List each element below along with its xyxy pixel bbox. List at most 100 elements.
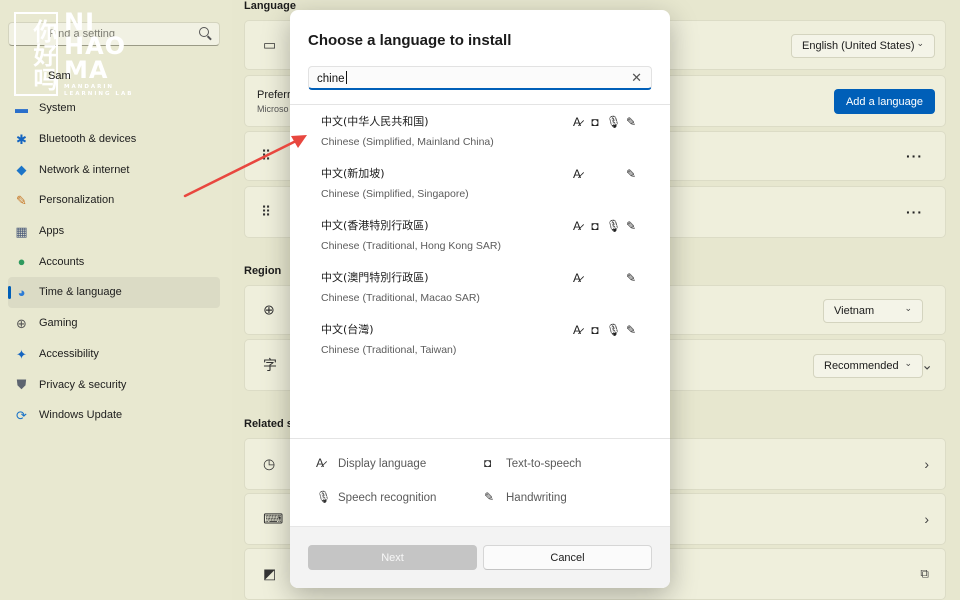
language-option[interactable]: 中文(新加坡) Chinese (Simplified, Singapore) … bbox=[290, 158, 670, 210]
logo-chinese-text: 你好吗 bbox=[14, 12, 58, 96]
clear-search-icon[interactable]: ✕ bbox=[631, 70, 642, 86]
language-option[interactable]: 中文(澳門特別行政區) Chinese (Traditional, Macao … bbox=[290, 262, 670, 314]
speech-recognition-icon: 🎙︎ bbox=[606, 219, 622, 233]
divider bbox=[290, 104, 670, 105]
sidebar-item-windows-update[interactable]: ⟳ Windows Update bbox=[8, 400, 220, 431]
language-search-input[interactable]: chine ✕ bbox=[308, 66, 652, 90]
language-option[interactable]: 中文(中华人民共和国) Chinese (Simplified, Mainlan… bbox=[290, 106, 670, 158]
sidebar-item-network[interactable]: ◆ Network & internet bbox=[8, 154, 220, 185]
display-language-icon: A̷ bbox=[572, 323, 581, 337]
language-native-name: 中文(澳門特別行政區) bbox=[321, 271, 429, 284]
regional-format-value: Recommended bbox=[824, 360, 899, 372]
sidebar-item-personalization[interactable]: ✎ Personalization bbox=[8, 185, 220, 216]
globe-icon: ⊕ bbox=[263, 301, 275, 318]
chevron-right-icon: › bbox=[924, 456, 929, 472]
section-title-region: Region bbox=[244, 265, 282, 277]
chevron-down-icon: ⌄ bbox=[904, 358, 912, 368]
apps-icon: ▦ bbox=[15, 223, 28, 239]
admin-icon: ◩ bbox=[263, 565, 277, 582]
sidebar-item-label: Personalization bbox=[39, 194, 115, 207]
sidebar-item-gaming[interactable]: ⊕ Gaming bbox=[8, 308, 220, 339]
dialog-title: Choose a language to install bbox=[308, 32, 512, 49]
text-to-speech-icon: ◘ bbox=[591, 219, 599, 233]
language-native-name: 中文(中华人民共和国) bbox=[321, 115, 429, 128]
language-english-name: Chinese (Simplified, Mainland China) bbox=[321, 136, 494, 148]
speech-recognition-icon: 🎙︎ bbox=[316, 490, 332, 504]
display-language-icon: A̷ bbox=[316, 456, 325, 470]
chevron-down-icon: ⌄ bbox=[904, 303, 912, 313]
more-options-icon[interactable]: ··· bbox=[906, 204, 923, 220]
person-icon: ● bbox=[17, 254, 26, 270]
regional-format-dropdown[interactable]: Recommended ⌄ bbox=[813, 354, 923, 378]
sidebar-item-bluetooth[interactable]: ✱ Bluetooth & devices bbox=[8, 124, 220, 155]
language-english-name: Chinese (Simplified, Singapore) bbox=[321, 188, 469, 200]
language-native-name: 中文(香港特別行政區) bbox=[321, 219, 429, 232]
drag-handle-icon[interactable]: ⠿ bbox=[261, 204, 271, 221]
sidebar-item-accounts[interactable]: ● Accounts bbox=[8, 246, 220, 277]
sidebar-item-apps[interactable]: ▦ Apps bbox=[8, 216, 220, 247]
speech-recognition-icon: 🎙︎ bbox=[606, 115, 622, 129]
text-caret bbox=[345, 71, 347, 84]
legend-handwriting: ✎ Handwriting bbox=[484, 490, 567, 504]
sidebar-item-label: Network & internet bbox=[39, 163, 130, 176]
wifi-icon: ◆ bbox=[16, 162, 27, 178]
display-language-dropdown[interactable]: English (United States) ⌄ bbox=[791, 34, 935, 58]
language-native-name: 中文(新加坡) bbox=[321, 167, 385, 180]
preferred-languages-sub: Microso bbox=[257, 104, 289, 114]
watermark-logo: 你好吗 NI HAO MA MANDARIN LEARNING LAB bbox=[14, 10, 138, 98]
language-option[interactable]: 中文(香港特別行政區) Chinese (Traditional, Hong K… bbox=[290, 210, 670, 262]
display-language-value: English (United States) bbox=[802, 40, 915, 52]
next-button[interactable]: Next bbox=[308, 545, 477, 570]
sidebar-item-label: Accounts bbox=[39, 255, 85, 268]
legend-text-to-speech: ◘ Text-to-speech bbox=[484, 456, 582, 470]
language-option[interactable]: 中文(台灣) Chinese (Traditional, Taiwan) A̷ … bbox=[290, 314, 670, 366]
country-value: Vietnam bbox=[834, 305, 875, 317]
section-title-language: Language bbox=[244, 0, 296, 12]
handwriting-icon: ✎ bbox=[625, 323, 637, 337]
gamepad-icon: ⊕ bbox=[16, 315, 27, 331]
add-language-button[interactable]: Add a language bbox=[834, 89, 935, 114]
more-options-icon[interactable]: ··· bbox=[906, 148, 923, 164]
sidebar-item-label: Accessibility bbox=[39, 347, 99, 360]
sidebar-item-accessibility[interactable]: ✦ Accessibility bbox=[8, 339, 220, 370]
accessibility-icon: ✦ bbox=[16, 346, 27, 362]
display-language-icon: A̷ bbox=[572, 115, 581, 129]
legend-display-language: A̷ Display language bbox=[316, 456, 427, 470]
brush-icon: ✎ bbox=[16, 193, 27, 209]
sidebar-item-label: System bbox=[39, 102, 76, 115]
update-icon: ⟳ bbox=[16, 407, 27, 423]
text-to-speech-icon: ◘ bbox=[484, 456, 492, 470]
sidebar-item-system[interactable]: ▬ System bbox=[8, 93, 220, 124]
sidebar-item-label: Windows Update bbox=[39, 409, 123, 422]
display-language-icon: A̷ bbox=[572, 271, 581, 285]
display-language-icon: A̷ bbox=[572, 219, 581, 233]
cancel-button[interactable]: Cancel bbox=[483, 545, 652, 570]
text-to-speech-icon: ◘ bbox=[591, 115, 599, 129]
language-search-value: chine bbox=[317, 73, 345, 85]
regional-format-icon: 字 bbox=[263, 357, 277, 373]
open-external-icon: ⧉ bbox=[920, 566, 929, 581]
monitor-icon: ▭ bbox=[263, 36, 277, 53]
profile-label: Sam bbox=[48, 70, 71, 82]
chevron-right-icon: › bbox=[924, 511, 929, 527]
legend-speech-recognition: 🎙︎ Speech recognition bbox=[316, 490, 437, 504]
expand-chevron-icon[interactable]: ⌄ bbox=[921, 357, 933, 374]
language-native-name: 中文(台灣) bbox=[321, 323, 374, 336]
drag-handle-icon[interactable]: ⠿ bbox=[261, 148, 271, 165]
speech-recognition-icon: 🎙︎ bbox=[606, 323, 622, 337]
handwriting-icon: ✎ bbox=[625, 271, 637, 285]
language-english-name: Chinese (Traditional, Hong Kong SAR) bbox=[321, 240, 501, 252]
handwriting-icon: ✎ bbox=[484, 490, 495, 504]
sidebar-item-label: Gaming bbox=[39, 317, 78, 330]
sidebar-item-time-language[interactable]: ◕ Time & language bbox=[8, 277, 220, 308]
settings-sidebar: Find a setting 你好吗 NI HAO MA MANDARIN LEAR… bbox=[0, 0, 232, 600]
divider bbox=[290, 438, 670, 439]
chevron-down-icon: ⌄ bbox=[916, 38, 924, 48]
sidebar-item-label: Privacy & security bbox=[39, 378, 127, 391]
sidebar-item-privacy[interactable]: ⛊ Privacy & security bbox=[8, 369, 220, 400]
search-icon[interactable] bbox=[199, 27, 209, 37]
handwriting-icon: ✎ bbox=[625, 115, 637, 129]
country-dropdown[interactable]: Vietnam ⌄ bbox=[823, 299, 923, 323]
language-results-list: 中文(中华人民共和国) Chinese (Simplified, Mainlan… bbox=[290, 106, 670, 366]
globe-clock-icon: ◕ bbox=[17, 285, 26, 301]
